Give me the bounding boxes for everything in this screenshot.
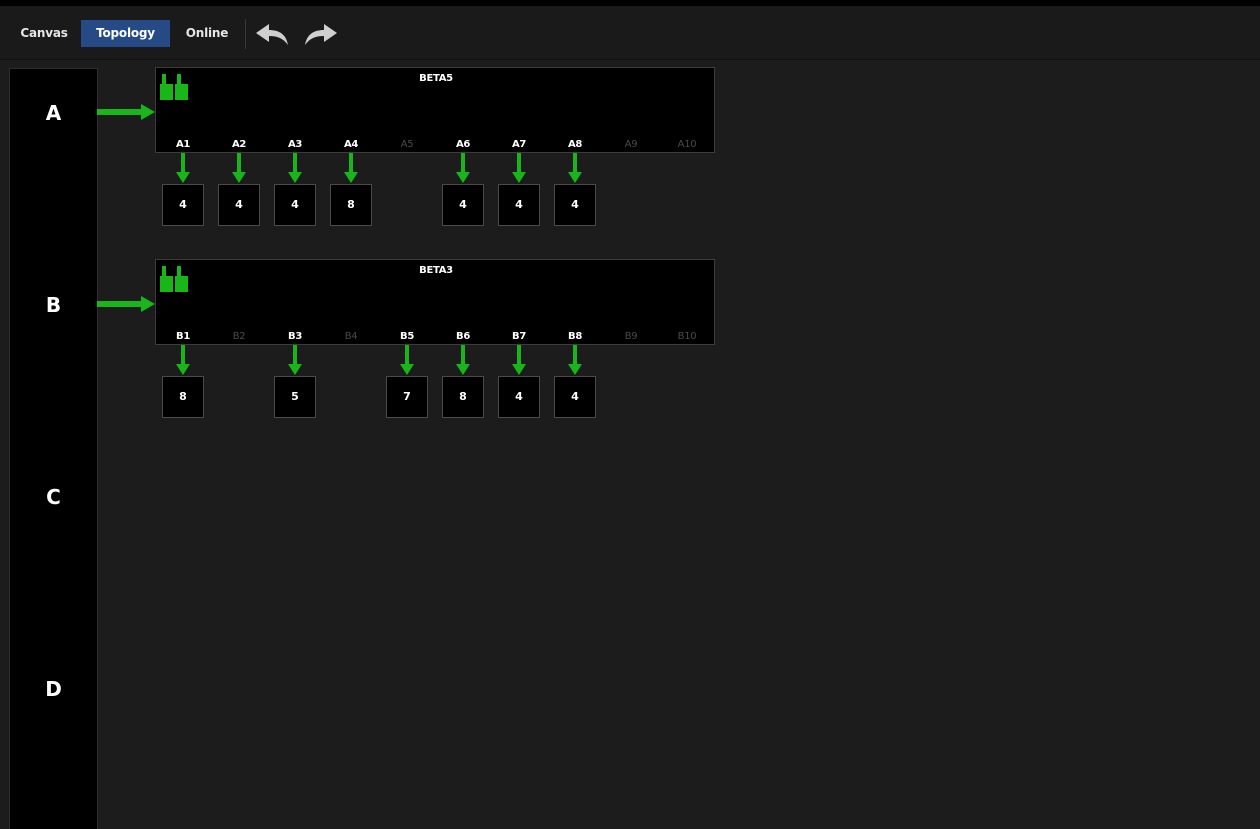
down-arrow-icon: [176, 345, 190, 375]
toolbar-separator: [245, 19, 246, 49]
down-arrow-icon: [344, 153, 358, 183]
lane-column: A B C D: [9, 68, 98, 829]
port-label-a5[interactable]: A5: [387, 139, 427, 150]
port-count-box[interactable]: 5: [274, 376, 316, 418]
down-arrow-icon: [568, 345, 582, 375]
port-count-box[interactable]: 7: [386, 376, 428, 418]
input-arrow-icon: [97, 296, 155, 312]
port-label-b7[interactable]: B7: [499, 331, 539, 342]
port-label-a6[interactable]: A6: [443, 139, 483, 150]
down-arrow-icon: [288, 345, 302, 375]
port-label-b2[interactable]: B2: [219, 331, 259, 342]
tab-canvas[interactable]: Canvas: [12, 20, 76, 47]
toolbar: Canvas Topology Online: [0, 6, 1260, 60]
port-label-b3[interactable]: B3: [275, 331, 315, 342]
tab-topology[interactable]: Topology: [81, 20, 170, 47]
port-label-b1[interactable]: B1: [163, 331, 203, 342]
port-count-box[interactable]: 8: [330, 184, 372, 226]
port-count-box[interactable]: 4: [218, 184, 260, 226]
port-label-b10[interactable]: B10: [667, 331, 707, 342]
down-arrow-icon: [400, 345, 414, 375]
lane-label-c: C: [46, 485, 61, 509]
device-name: BETA5: [419, 73, 453, 84]
down-arrow-icon: [232, 153, 246, 183]
port-count-box[interactable]: 4: [554, 376, 596, 418]
port-count-box[interactable]: 8: [442, 376, 484, 418]
port-label-a10[interactable]: A10: [667, 139, 707, 150]
device-status-icon: [160, 266, 188, 292]
port-label-b8[interactable]: B8: [555, 331, 595, 342]
down-arrow-icon: [456, 153, 470, 183]
down-arrow-icon: [288, 153, 302, 183]
lane-label-d: D: [45, 677, 62, 701]
down-arrow-icon: [512, 345, 526, 375]
port-count-box[interactable]: 4: [498, 184, 540, 226]
redo-arrow-icon[interactable]: [303, 23, 339, 47]
lane-label-b: B: [45, 293, 62, 317]
port-label-b5[interactable]: B5: [387, 331, 427, 342]
tab-online[interactable]: Online: [175, 20, 239, 47]
device-status-icon: [160, 74, 188, 100]
port-count-box[interactable]: 4: [554, 184, 596, 226]
port-count-box[interactable]: 4: [162, 184, 204, 226]
port-count-box[interactable]: 4: [442, 184, 484, 226]
port-label-a4[interactable]: A4: [331, 139, 371, 150]
port-label-a8[interactable]: A8: [555, 139, 595, 150]
port-label-b9[interactable]: B9: [611, 331, 651, 342]
lane-label-a: A: [45, 101, 62, 125]
device-name: BETA3: [419, 265, 453, 276]
port-label-b6[interactable]: B6: [443, 331, 483, 342]
down-arrow-icon: [512, 153, 526, 183]
undo-arrow-icon[interactable]: [254, 23, 290, 47]
down-arrow-icon: [456, 345, 470, 375]
port-label-a9[interactable]: A9: [611, 139, 651, 150]
port-count-box[interactable]: 4: [274, 184, 316, 226]
port-label-b4[interactable]: B4: [331, 331, 371, 342]
down-arrow-icon: [568, 153, 582, 183]
port-count-box[interactable]: 4: [498, 376, 540, 418]
port-label-a1[interactable]: A1: [163, 139, 203, 150]
port-count-box[interactable]: 8: [162, 376, 204, 418]
port-label-a3[interactable]: A3: [275, 139, 315, 150]
port-label-a2[interactable]: A2: [219, 139, 259, 150]
port-label-a7[interactable]: A7: [499, 139, 539, 150]
input-arrow-icon: [97, 104, 155, 120]
down-arrow-icon: [176, 153, 190, 183]
